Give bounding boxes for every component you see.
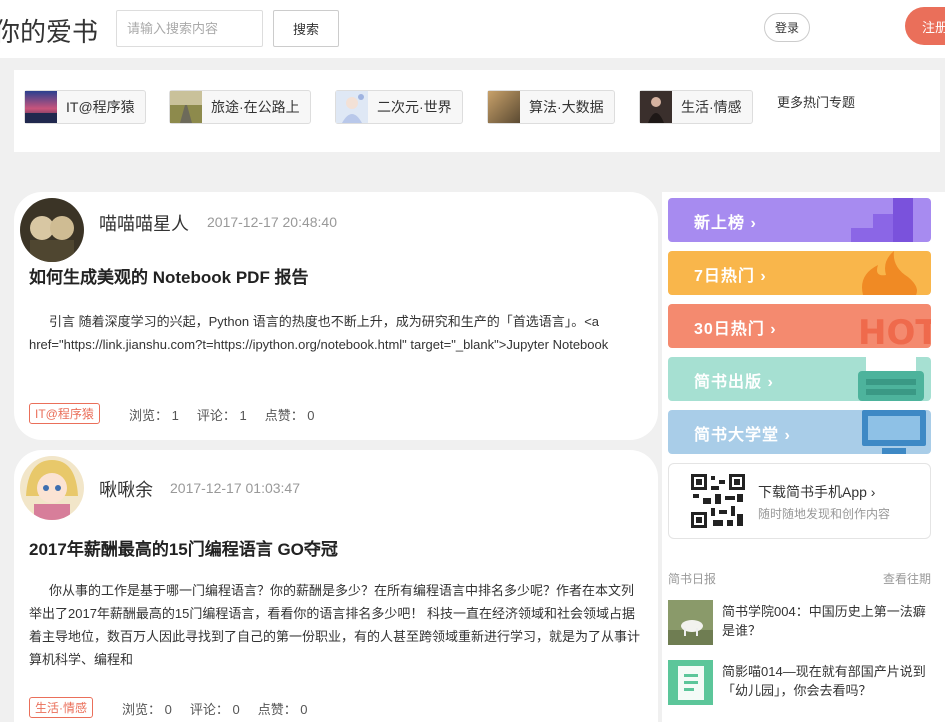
article-card: 喵喵喵星人 2017-12-17 20:48:40 如何生成美观的 Notebo… — [14, 192, 658, 440]
rank-label: 30日热门 › — [694, 321, 777, 338]
daily-thumbnail-image — [668, 660, 713, 705]
daily-item-title: 简书学院004：中国历史上第一法癖是谁？ — [722, 604, 926, 638]
publishing-banner[interactable]: 简书出版 › — [668, 357, 931, 401]
topic-algorithms-bigdata[interactable]: 算法·大数据 — [487, 90, 615, 124]
author-name[interactable]: 喵喵喵星人 — [99, 210, 189, 236]
topic-label: 算法·大数据 — [529, 99, 604, 115]
topic-thumbnail-image — [170, 91, 202, 123]
daily-thumbnail-image — [668, 600, 713, 645]
topic-thumbnail-image — [336, 91, 368, 123]
rank-label: 新上榜 › — [694, 215, 757, 232]
view-past-link[interactable]: 查看往期 — [883, 570, 931, 587]
rank-label: 简书大学堂 › — [694, 427, 791, 444]
view-count: 浏览： 0 — [122, 702, 172, 717]
topic-label: 二次元·世界 — [377, 99, 452, 115]
right-sidebar: 新上榜 › 7日热门 › HOT 30日热门 › 简书出版 › 简书大学堂 › — [662, 192, 945, 722]
topic-it-programmer[interactable]: IT@程序猿 — [24, 90, 146, 124]
topic-label: IT@程序猿 — [66, 99, 135, 115]
view-count: 浏览： 1 — [129, 408, 179, 423]
like-count: 点赞： 0 — [257, 702, 308, 717]
topic-travel[interactable]: 旅途·在公路上 — [169, 90, 311, 124]
topic-label: 生活·情感 — [681, 99, 742, 115]
topic-life-emotion[interactable]: 生活·情感 — [639, 90, 753, 124]
rank-30day-hot-banner[interactable]: HOT 30日热门 › — [668, 304, 931, 348]
topic-thumbnail-image — [25, 91, 57, 123]
hot-topics-bar: IT@程序猿 旅途·在公路上 二次元·世界 算法·大数据 生活·情感 更多热门专… — [14, 70, 940, 152]
topic-thumbnail-image — [488, 91, 520, 123]
university-banner[interactable]: 简书大学堂 › — [668, 410, 931, 454]
rank-label: 简书出版 › — [694, 374, 774, 391]
article-tag[interactable]: IT@程序猿 — [29, 403, 100, 424]
post-timestamp: 2017-12-17 01:03:47 — [170, 480, 300, 496]
topic-thumbnail-image — [640, 91, 672, 123]
article-stats: 浏览： 1 评论： 1 点赞： 0 — [129, 405, 315, 424]
like-count: 点赞： 0 — [264, 408, 315, 423]
search-button[interactable]: 搜索 — [273, 10, 339, 47]
daily-list-item[interactable]: 简书学院004：中国历史上第一法癖是谁？ — [668, 600, 931, 646]
article-stats: 浏览： 0 评论： 0 点赞： 0 — [122, 699, 308, 718]
rank-new-list-banner[interactable]: 新上榜 › — [668, 198, 931, 242]
register-button[interactable]: 注册 — [905, 7, 945, 45]
download-app-card[interactable]: 下载简书手机App › 随时随地发现和创作内容 — [668, 463, 931, 539]
avatar[interactable] — [20, 456, 84, 520]
post-timestamp: 2017-12-17 20:48:40 — [207, 214, 337, 230]
article-excerpt: 引言 随着深度学习的兴起，Python 语言的热度也不断上升，成为研究和生产的「… — [29, 314, 609, 352]
topic-label: 旅途·在公路上 — [211, 99, 300, 115]
comment-count: 评论： 1 — [196, 408, 247, 423]
rank-label: 7日热门 › — [694, 268, 767, 285]
avatar[interactable] — [20, 198, 84, 262]
daily-header: 简书日报 查看往期 — [668, 570, 931, 587]
topic-anime-world[interactable]: 二次元·世界 — [335, 90, 463, 124]
article-card: 啾啾余 2017-12-17 01:03:47 2017年薪酬最高的15门编程语… — [14, 450, 658, 722]
rank-7day-hot-banner[interactable]: 7日热门 › — [668, 251, 931, 295]
site-brand[interactable]: 你的爱书 — [0, 12, 98, 49]
article-tag[interactable]: 生活·情感 — [29, 697, 93, 718]
daily-list-item[interactable]: 简影喵014—现在就有部国产片说到「幼儿园」，你会去看吗？ — [668, 660, 931, 706]
more-topics-link[interactable]: 更多热门专题 — [777, 92, 855, 111]
search-input[interactable] — [116, 10, 263, 47]
daily-item-title: 简影喵014—现在就有部国产片说到「幼儿园」，你会去看吗？ — [722, 664, 926, 698]
comment-count: 评论： 0 — [189, 702, 240, 717]
article-title[interactable]: 如何生成美观的 Notebook PDF 报告 — [29, 263, 309, 288]
download-app-title: 下载简书手机App › — [758, 484, 876, 500]
svg-text:HOT: HOT — [858, 313, 931, 348]
download-app-subtitle: 随时随地发现和创作内容 — [758, 507, 891, 521]
qr-code-icon — [691, 474, 745, 528]
article-excerpt: 你从事的工作是基于哪一门编程语言？你的薪酬是多少？在所有编程语言中排名多少呢？作… — [29, 583, 641, 667]
article-title[interactable]: 2017年薪酬最高的15门编程语言 GO夺冠 — [29, 535, 338, 560]
daily-heading: 简书日报 — [668, 572, 717, 586]
author-name[interactable]: 啾啾余 — [99, 476, 153, 502]
top-navbar: 你的爱书 搜索 登录 注册 — [0, 0, 945, 58]
login-button[interactable]: 登录 — [764, 13, 810, 42]
